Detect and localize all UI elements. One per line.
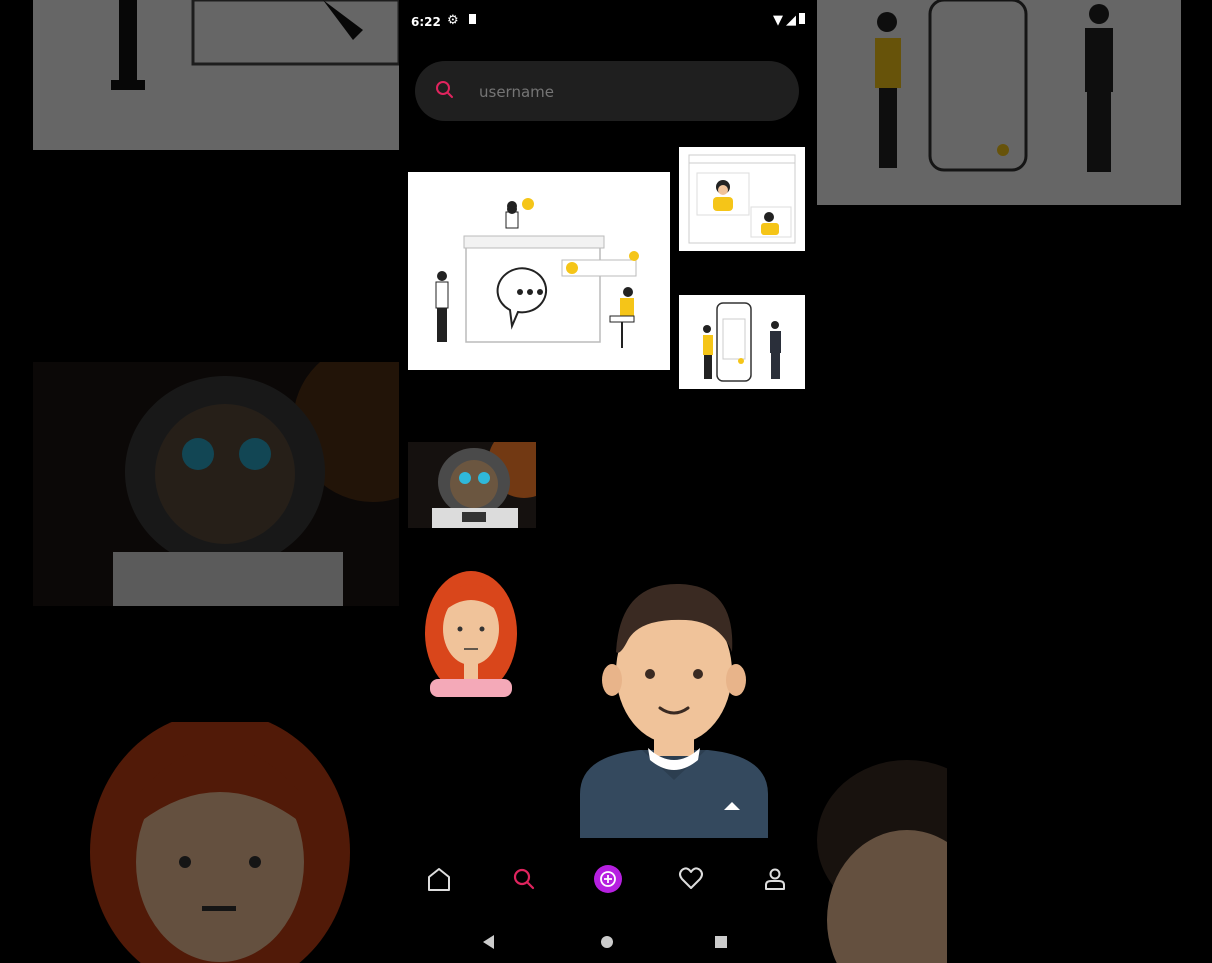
- back-icon[interactable]: [479, 932, 499, 952]
- video-call-illustration-tile[interactable]: [679, 147, 805, 251]
- chat-illustration-tile[interactable]: [408, 172, 670, 370]
- red-hair-avatar: [425, 571, 517, 697]
- search-bar[interactable]: [415, 61, 799, 121]
- astronaut-cat-photo: [408, 442, 536, 528]
- home-icon: [428, 868, 450, 891]
- nav-activity[interactable]: [673, 861, 709, 897]
- signal-icon: ◢: [786, 13, 799, 28]
- sd-card-icon: [469, 14, 477, 24]
- phone-people-illustration: [703, 302, 781, 382]
- status-right-icons: ▼◢: [773, 13, 805, 28]
- phone-screen: 6:22 ⚙ ▼◢: [399, 8, 817, 963]
- backdrop-man-avatar: [817, 750, 947, 963]
- status-bar: 6:22 ⚙ ▼◢: [399, 8, 817, 36]
- profile-icon: [765, 868, 785, 890]
- search-input[interactable]: [477, 79, 781, 105]
- status-time: 6:22: [411, 15, 441, 29]
- search-icon: [436, 81, 453, 98]
- heart-icon: [679, 867, 703, 889]
- phone-people-illustration-tile[interactable]: [679, 295, 805, 389]
- backdrop-illustration-right: [817, 0, 1181, 205]
- wifi-icon: ▼: [773, 13, 786, 28]
- home-circle-icon[interactable]: [597, 932, 617, 952]
- backdrop-illustration-left: [33, 0, 399, 150]
- status-left-icons: ⚙: [447, 13, 477, 28]
- nav-home[interactable]: [421, 861, 457, 897]
- nav-profile[interactable]: [757, 861, 793, 897]
- system-nav: [399, 918, 817, 963]
- battery-icon: [799, 13, 805, 24]
- man-avatar: [580, 583, 768, 838]
- search-icon: [513, 868, 535, 890]
- nav-add-post[interactable]: [590, 861, 626, 897]
- astronaut-cat-photo-tile[interactable]: [408, 442, 536, 528]
- recents-icon[interactable]: [711, 932, 731, 952]
- add-post-icon: [594, 865, 622, 893]
- red-hair-avatar-tile[interactable]: [422, 567, 520, 697]
- settings-icon: ⚙: [447, 13, 459, 28]
- chat-illustration: [435, 198, 639, 348]
- man-avatar-tile[interactable]: [580, 576, 768, 838]
- backdrop-astronaut-cat: [33, 362, 399, 606]
- video-call-illustration: [688, 154, 796, 244]
- nav-search[interactable]: [506, 861, 542, 897]
- bottom-nav: [399, 853, 817, 903]
- backdrop-red-hair-avatar: [80, 722, 370, 963]
